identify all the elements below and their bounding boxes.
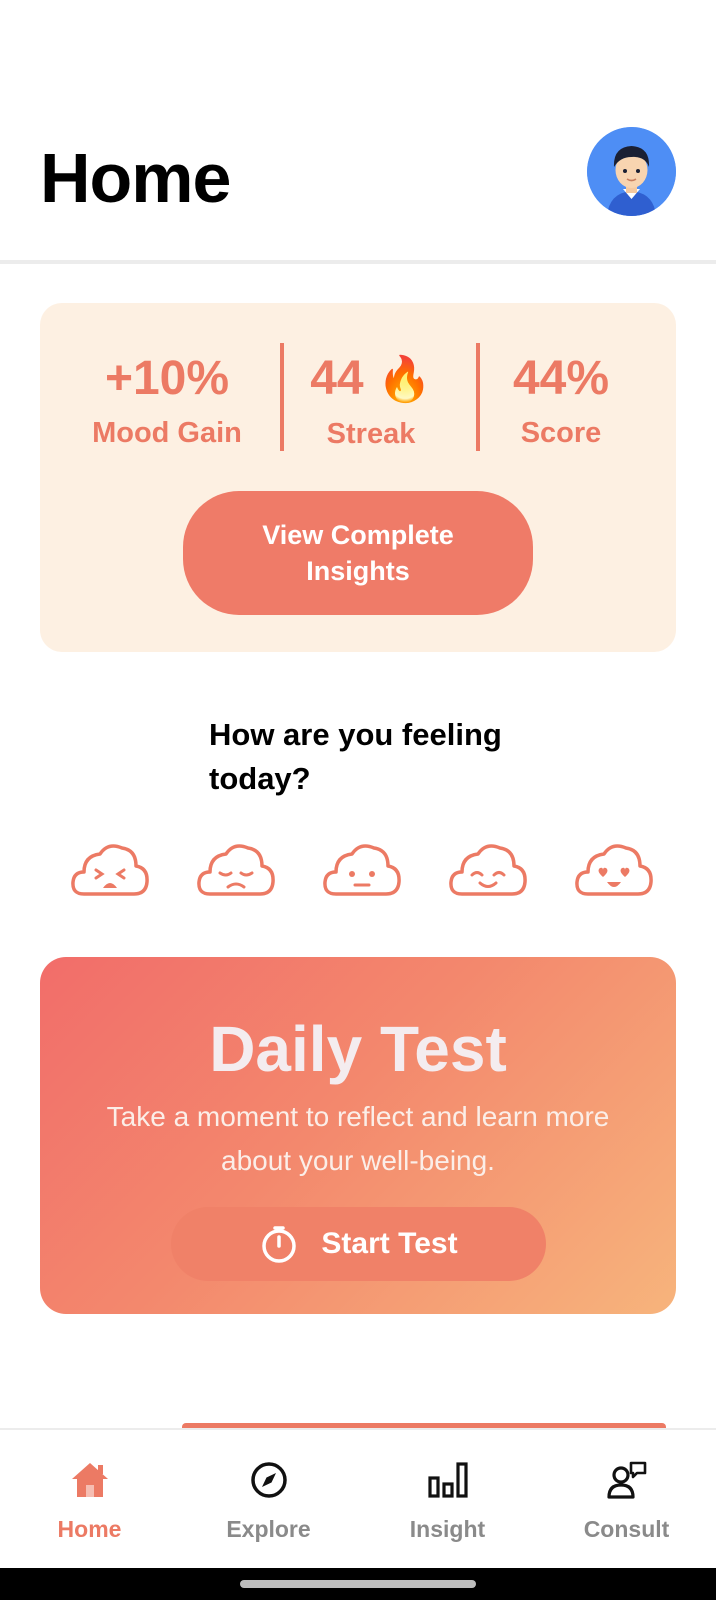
stats-card: +10% Mood Gain 44 🔥 Streak 44% Score Vie…	[40, 303, 676, 652]
tab-home[interactable]: Home	[0, 1430, 179, 1570]
mood-sad[interactable]	[196, 838, 276, 900]
start-test-button[interactable]: Start Test	[171, 1207, 546, 1281]
tab-home-label: Home	[57, 1516, 122, 1542]
mood-gain-value: +10%	[104, 352, 230, 405]
very-happy-cloud-icon	[575, 844, 653, 896]
daily-test-card: Daily Test Take a moment to reflect and …	[40, 957, 676, 1314]
system-home-bar	[0, 1568, 716, 1600]
fire-icon: 🔥	[376, 355, 432, 404]
feeling-question: How are you feeling today?	[209, 717, 502, 796]
neutral-cloud-icon	[323, 844, 401, 896]
mood-gain-label: Mood Gain	[92, 417, 242, 449]
home-indicator[interactable]	[240, 1580, 476, 1588]
tab-insight[interactable]: Insight	[358, 1430, 537, 1570]
tab-consult[interactable]: Consult	[537, 1430, 716, 1570]
streak-stat: 44 🔥 Streak	[276, 351, 466, 452]
happy-cloud-icon	[449, 844, 527, 896]
score-label: Score	[520, 417, 602, 449]
home-icon	[72, 1463, 108, 1497]
tab-explore[interactable]: Explore	[179, 1430, 358, 1570]
header: Home	[0, 0, 716, 262]
tab-consult-label: Consult	[583, 1516, 670, 1542]
tab-explore-label: Explore	[226, 1516, 311, 1542]
page-title: Home	[40, 139, 231, 217]
mood-happy[interactable]	[448, 838, 528, 900]
compass-icon	[251, 1462, 287, 1498]
view-insights-button[interactable]: View Complete Insights	[183, 491, 533, 615]
bar-chart-icon	[428, 1462, 468, 1498]
mood-selector	[60, 838, 660, 908]
mood-very-sad[interactable]	[70, 838, 150, 900]
bottom-tab-bar: Home Explore Insight Consult	[0, 1428, 716, 1568]
daily-test-title: Daily Test	[209, 1013, 507, 1085]
tab-insight-label: Insight	[409, 1516, 486, 1542]
avatar[interactable]	[587, 127, 676, 216]
streak-value: 44	[310, 352, 364, 405]
user-avatar-icon	[587, 127, 676, 216]
mood-gain-stat: +10% Mood Gain	[72, 351, 262, 451]
score-value: 44%	[512, 352, 610, 405]
streak-label: Streak	[326, 418, 416, 450]
very-sad-cloud-icon	[71, 844, 149, 896]
score-stat: 44% Score	[466, 351, 656, 451]
streak-value-row: 44 🔥	[276, 351, 466, 408]
consult-icon	[607, 1461, 647, 1499]
timer-icon	[262, 1226, 297, 1263]
header-divider	[0, 260, 716, 264]
start-test-label: Start Test	[321, 1227, 458, 1260]
mood-neutral[interactable]	[322, 838, 402, 900]
mood-very-happy[interactable]	[574, 838, 654, 900]
sad-cloud-icon	[197, 844, 275, 896]
daily-test-description: Take a moment to reflect and learn more …	[106, 1101, 610, 1176]
